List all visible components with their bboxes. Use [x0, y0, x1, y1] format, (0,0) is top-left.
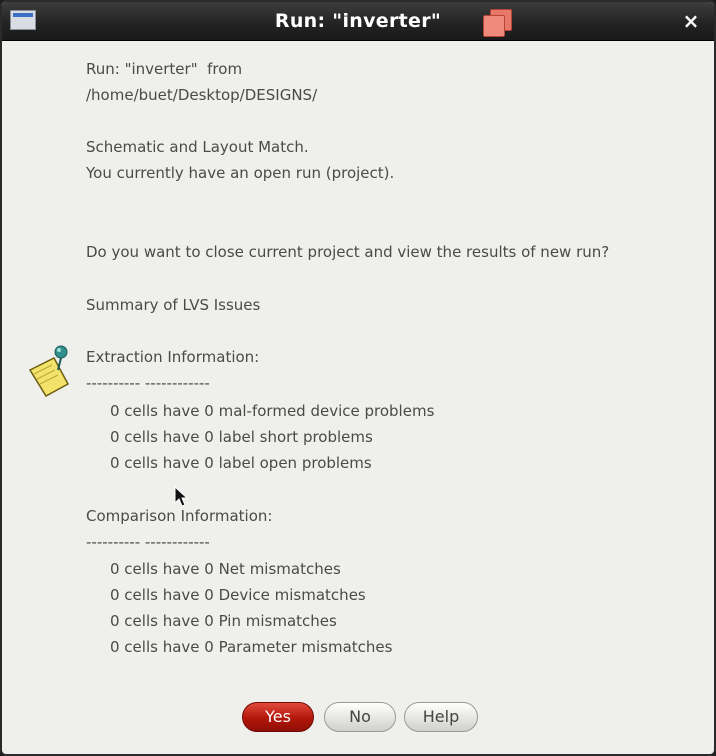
comparison-line-2: 0 cells have 0 Device mismatches [110, 586, 366, 604]
comparison-line-3: 0 cells have 0 Pin mismatches [110, 612, 337, 630]
help-button[interactable]: Help [404, 702, 478, 732]
extraction-separator: ---------- ------------ [86, 374, 210, 392]
comparison-separator: ---------- ------------ [86, 533, 210, 551]
extraction-heading: Extraction Information: [86, 348, 260, 366]
run-app-icon [480, 7, 514, 37]
no-button[interactable]: No [324, 702, 396, 732]
question-line: Do you want to close current project and… [86, 243, 610, 261]
summary-heading: Summary of LVS Issues [86, 296, 261, 314]
sticky-note-icon [28, 345, 70, 397]
path-line: /home/buet/Desktop/DESIGNS/ [86, 86, 318, 104]
yes-button[interactable]: Yes [242, 702, 314, 732]
extraction-line-3: 0 cells have 0 label open problems [110, 454, 372, 472]
comparison-line-4: 0 cells have 0 Parameter mismatches [110, 638, 393, 656]
close-icon[interactable]: × [678, 8, 704, 34]
run-line: Run: "inverter" from [86, 60, 243, 78]
comparison-line-1: 0 cells have 0 Net mismatches [110, 560, 341, 578]
mouse-cursor-icon [174, 486, 188, 507]
title-bar[interactable]: Run: "inverter" × [2, 2, 714, 41]
extraction-line-2: 0 cells have 0 label short problems [110, 428, 373, 446]
window-title: Run: "inverter" [274, 10, 442, 32]
open-run-line: You currently have an open run (project)… [86, 164, 395, 182]
extraction-line-1: 0 cells have 0 mal-formed device problem… [110, 402, 435, 420]
run-dialog-window: Run: "inverter" × Run: "inverter" from /… [0, 0, 716, 756]
match-line: Schematic and Layout Match. [86, 138, 309, 156]
